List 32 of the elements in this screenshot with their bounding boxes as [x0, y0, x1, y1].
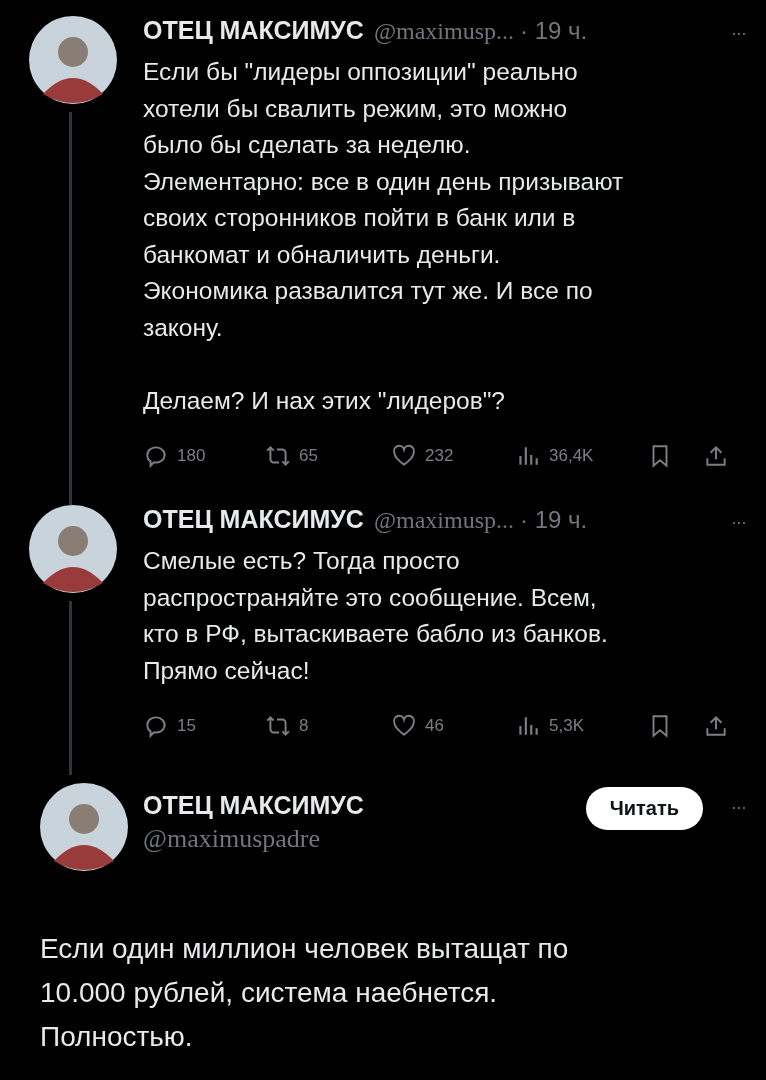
author-handle[interactable]: @maximuspadre	[143, 824, 364, 854]
author-handle[interactable]: @maximusp...	[373, 18, 514, 45]
post-text: Если бы "лидеры оппозиции" реально хотели бы свалить режим, это можно было бы сделать за неделю. Элементарно: все в один день призывают своих сторонников пойти в банк или в банкомат и обналичить деньги. Экономика развалится тут же. И все по закону. Делаем? И нах этих "лидеров"?	[143, 57, 625, 416]
author-name[interactable]: ОТЕЦ МАКСИМУС	[143, 505, 364, 534]
reply-count: 180	[177, 446, 206, 466]
author-handle[interactable]: @maximusp...	[373, 507, 514, 534]
avatar-icon[interactable]	[28, 505, 117, 593]
reply-icon[interactable]	[143, 443, 169, 469]
author-name[interactable]: ОТЕЦ МАКСИМУС	[143, 16, 364, 45]
more-button[interactable]: ···	[731, 23, 746, 44]
repost-count: 8	[299, 716, 309, 736]
post-text: Если один миллион человек вытащат по 10.000 рублей, система наебнется. Полностью.	[39, 932, 570, 1054]
share-icon[interactable]	[703, 713, 729, 739]
view-count: 36,4K	[549, 446, 594, 466]
more-button[interactable]: ···	[731, 512, 746, 533]
follow-button[interactable]: Читать	[585, 787, 703, 830]
avatar-icon[interactable]	[28, 16, 117, 104]
share-icon[interactable]	[703, 443, 729, 469]
repost-count: 65	[299, 446, 318, 466]
post-text: Смелые есть? Тогда просто распространяйте это сообщение. Всем, кто в РФ, вытаскиваете бабло из банков. Прямо сейчас!	[143, 546, 609, 686]
post-time: · 19 ч.	[520, 506, 588, 534]
repost-icon[interactable]	[265, 443, 291, 469]
author-name[interactable]: ОТЕЦ МАКСИМУС	[143, 791, 364, 820]
post-time: · 19 ч.	[520, 17, 588, 45]
like-count: 46	[425, 716, 444, 736]
more-button[interactable]: ···	[731, 797, 746, 818]
like-count: 232	[425, 446, 454, 466]
repost-icon[interactable]	[265, 713, 291, 739]
avatar-icon[interactable]	[40, 783, 128, 871]
view-count: 5,3K	[549, 716, 584, 736]
reply-count: 15	[177, 716, 196, 736]
reply-icon[interactable]	[143, 713, 169, 739]
